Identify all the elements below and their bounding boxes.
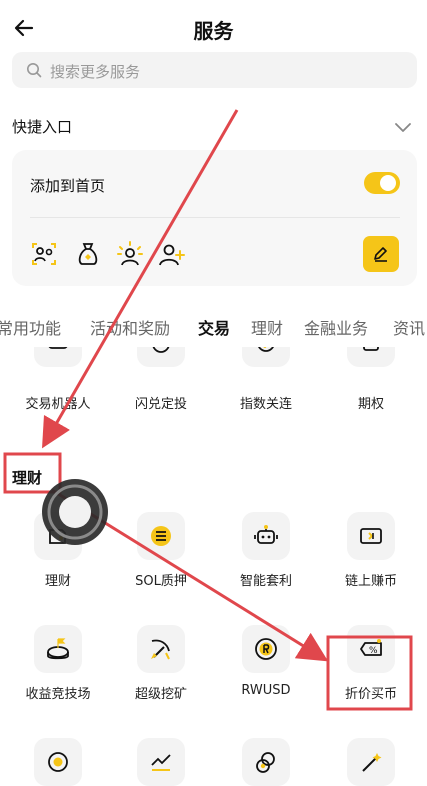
finance-item-label[interactable]: SOL质押 <box>111 570 211 589</box>
trade-item-label[interactable]: 闪兑定投 <box>111 393 211 412</box>
add-user-icon[interactable] <box>158 240 186 272</box>
finance-tile-icon[interactable] <box>34 512 82 560</box>
user-scan-icon[interactable] <box>30 240 58 272</box>
trade-item-label[interactable]: 交易机器人 <box>8 393 108 412</box>
smart-arbitrage-icon[interactable] <box>242 512 290 560</box>
super-mining-icon[interactable] <box>137 625 185 673</box>
tab-activities[interactable]: 活动和奖励 <box>90 315 170 339</box>
index-link-icon[interactable] <box>242 347 290 367</box>
trade-items-row: 交易机器人 闪兑定投 指数关连 期权 <box>0 347 427 417</box>
pencil-icon <box>374 247 387 262</box>
finance-item-label[interactable]: 折价买币 <box>321 683 421 702</box>
tab-news[interactable]: 资讯 <box>393 315 425 339</box>
add-to-home-label: 添加到首页 <box>30 177 106 195</box>
quick-entry-title: 快捷入口 <box>12 118 73 136</box>
options-icon[interactable] <box>347 347 395 367</box>
robot-tile-icon[interactable] <box>34 347 82 367</box>
magic-wand-icon[interactable] <box>347 738 395 786</box>
category-tabs: 常用功能 活动和奖励 交易 理财 金融业务 资讯 <box>0 305 427 347</box>
edit-button[interactable] <box>363 236 399 272</box>
search-input[interactable]: 搜索更多服务 <box>50 61 140 82</box>
onchain-earn-icon[interactable] <box>347 512 395 560</box>
page-title: 服务 <box>193 19 234 43</box>
tab-trade[interactable]: 交易 <box>198 315 230 339</box>
finance-section-title: 理财 <box>12 469 43 487</box>
trade-item-label[interactable]: 指数关连 <box>216 393 316 412</box>
tab-common[interactable]: 常用功能 <box>0 315 61 339</box>
search-icon <box>27 63 42 78</box>
finance-item-label[interactable]: 超级挖矿 <box>111 683 211 702</box>
chevron-down-icon <box>395 123 411 132</box>
finance-item-label[interactable]: RWUSD <box>216 683 316 698</box>
money-bag-icon[interactable] <box>74 240 102 272</box>
finance-item-label[interactable]: 智能套利 <box>216 570 316 589</box>
coins-stack-icon[interactable] <box>242 738 290 786</box>
svg-text:%: % <box>369 646 378 656</box>
yield-arena-icon[interactable] <box>34 625 82 673</box>
tab-financial-business[interactable]: 金融业务 <box>304 315 368 339</box>
divider <box>30 217 400 218</box>
toggle-knob <box>380 175 396 191</box>
user-sun-icon[interactable] <box>116 240 144 272</box>
tab-finance[interactable]: 理财 <box>251 315 283 339</box>
trend-up-icon[interactable] <box>137 738 185 786</box>
finance-item-label[interactable]: 链上赚币 <box>321 570 421 589</box>
discount-buy-icon[interactable]: % <box>347 625 395 673</box>
quick-entry-card: 添加到首页 <box>12 150 417 286</box>
search-bar[interactable]: 搜索更多服务 <box>12 52 417 88</box>
recurring-convert-icon[interactable] <box>137 347 185 367</box>
collapse-button[interactable] <box>394 118 414 134</box>
trade-item-label[interactable]: 期权 <box>321 393 421 412</box>
rwusd-icon[interactable] <box>242 625 290 673</box>
finance-item-label[interactable]: 收益竞技场 <box>8 683 108 702</box>
coin-tile-icon[interactable] <box>34 738 82 786</box>
finance-item-label[interactable]: 理财 <box>8 570 108 589</box>
add-to-home-toggle[interactable] <box>364 172 400 194</box>
sol-staking-icon[interactable] <box>137 512 185 560</box>
